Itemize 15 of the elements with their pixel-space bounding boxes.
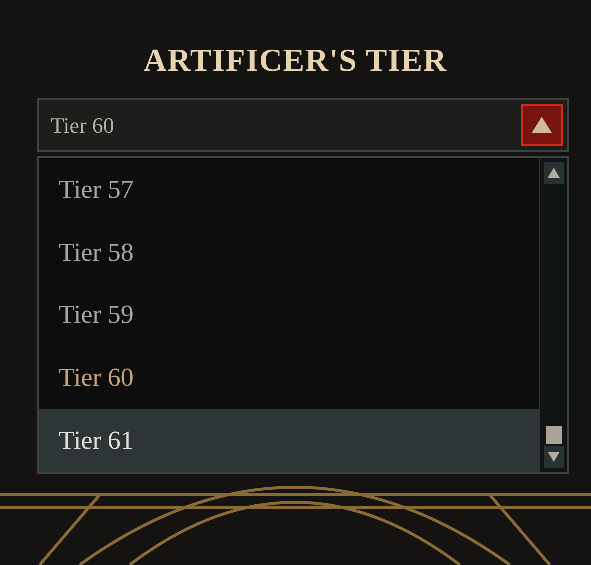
tier-option[interactable]: Tier 61 [39,409,539,472]
tier-dropdown[interactable]: Tier 60 [37,98,569,152]
up-triangle-icon [531,116,553,134]
tier-option[interactable]: Tier 60 [39,346,539,410]
scroll-down-button[interactable] [544,446,564,468]
tier-option[interactable]: Tier 59 [39,284,539,346]
scrollbar[interactable] [539,158,567,472]
dropdown-toggle-button[interactable] [521,104,563,146]
down-triangle-icon [546,451,560,463]
dialog-title: ARTIFICER'S TIER [144,41,448,80]
tier-option[interactable]: Tier 57 [39,158,539,221]
up-triangle-icon [546,167,560,179]
scroll-thumb[interactable] [546,426,562,444]
scroll-up-button[interactable] [544,162,564,184]
tier-option[interactable]: Tier 58 [39,220,539,284]
